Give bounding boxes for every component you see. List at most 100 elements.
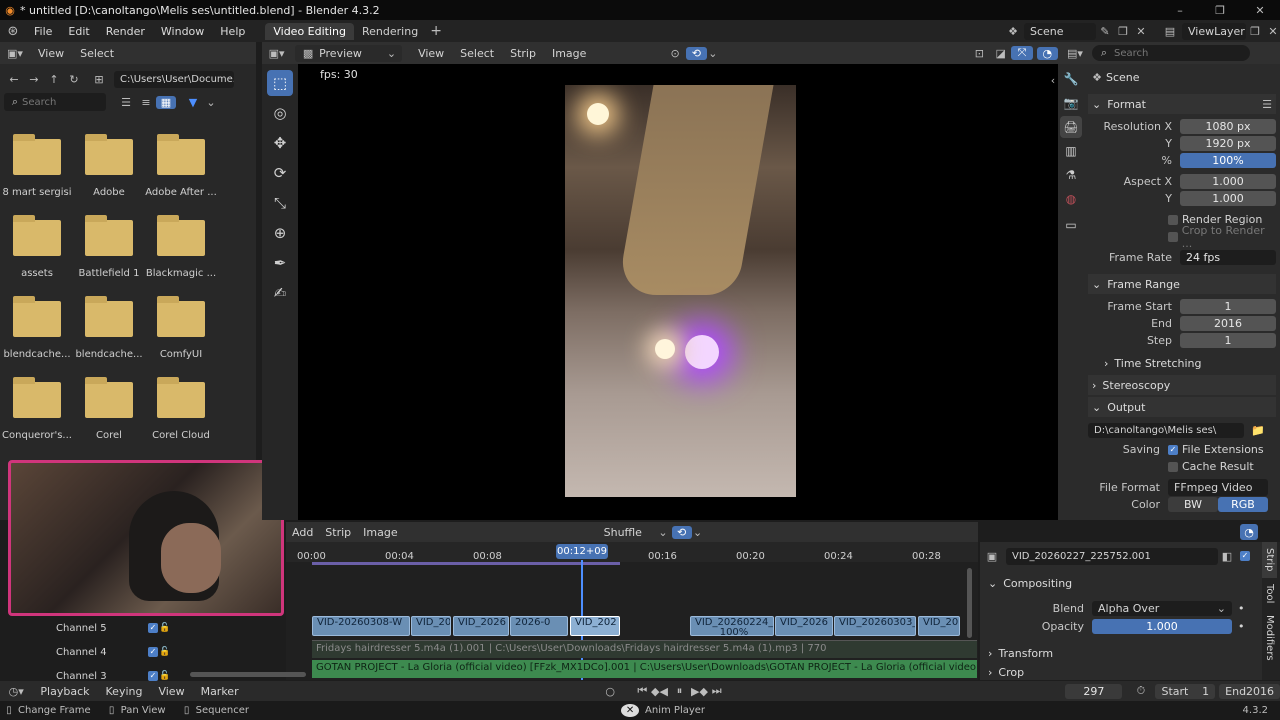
tool-tab-icon[interactable]: 🔧 [1060,68,1082,90]
frame-end-field[interactable]: 2016 [1180,316,1276,331]
folder-browse-icon[interactable]: 📁 [1248,424,1268,437]
preview-menu-image[interactable]: Image [544,47,594,60]
folder-label[interactable]: 8 mart sergisi [0,187,76,198]
new-folder-icon[interactable]: ⊞ [88,73,110,86]
video-strip[interactable]: VID_202 [570,616,620,636]
folder-icon[interactable] [157,215,205,256]
keyframe-prev-icon[interactable]: ◆◀ [651,685,668,698]
current-time-badge[interactable]: 00:12+09 [556,544,608,559]
seq-snap-icon[interactable]: ⟲ [671,525,692,539]
annotate-tool-icon[interactable]: ✍ [267,280,293,306]
file-search-input[interactable]: ⌕ Search [4,93,106,111]
transform-section-header[interactable]: › Transform [988,643,1248,663]
maximize-button[interactable]: ❐ [1200,4,1240,17]
menu-help[interactable]: Help [212,25,253,38]
display-channels-icon[interactable]: ◪ [990,47,1011,60]
back-arrow-icon[interactable]: ← [4,73,24,86]
video-strip[interactable]: VID_20260303_ [834,616,916,636]
editor-type-icon[interactable]: ▣▾ [0,47,30,60]
move-tool-icon[interactable]: ✥ [267,130,293,156]
folder-label[interactable]: Blackmagic ... [142,268,220,279]
video-strip[interactable]: VID_20 [918,616,960,636]
seq-menu-add[interactable]: Add [286,526,319,539]
pivot-icon[interactable]: ⊙ [664,47,685,60]
overlay-icon[interactable]: ◔ [1036,46,1059,60]
folder-icon[interactable] [13,134,61,175]
rotate-tool-icon[interactable]: ⟳ [267,160,293,186]
cache-result-checkbox[interactable] [1168,461,1178,472]
compositing-section-header[interactable]: ⌄ Compositing [988,573,1248,593]
aspect-x-field[interactable]: 1.000 [1180,174,1276,189]
pin-icon[interactable]: ✎ [1096,25,1114,38]
side-tab-strip[interactable]: Strip [1262,542,1277,578]
timeline-menu-playback[interactable]: Playback [32,685,97,698]
timeline-menu-marker[interactable]: Marker [193,685,247,698]
folder-icon[interactable] [85,296,133,337]
aspect-y-field[interactable]: 1.000 [1180,191,1276,206]
file-extensions-checkbox[interactable]: ✓ [1168,444,1178,455]
delete-scene-icon[interactable]: ✕ [1132,25,1150,38]
frame-overlay-icon[interactable]: ⊡ [969,47,990,60]
record-icon[interactable]: ○ [601,685,620,698]
menu-file[interactable]: File [26,25,60,38]
close-button[interactable]: ✕ [1240,4,1280,17]
lock-icon[interactable]: 🔓 [158,647,172,657]
scene-icon[interactable]: ❖ [1002,25,1024,38]
folder-label[interactable]: Battlefield 1 [70,268,148,279]
sample-tool-icon[interactable]: ✒ [267,250,293,276]
frame-rate-field[interactable]: 24 fps [1180,250,1276,265]
folder-icon[interactable] [85,215,133,256]
folder-label[interactable]: Corel [70,430,148,441]
frame-start-field[interactable]: 1 [1180,299,1276,314]
output-tab-icon[interactable]: 🖨 [1060,116,1082,138]
audio-strip-2[interactable]: GOTAN PROJECT - La Gloria (official vide… [312,660,977,678]
minimize-button[interactable]: – [1160,4,1200,17]
fb-menu-view[interactable]: View [30,47,72,60]
end-frame-field[interactable]: End 2016 [1219,683,1280,699]
folder-label[interactable]: Adobe After ... [142,187,220,198]
audio-strip-1[interactable]: Fridays hairdresser 5.m4a (1).001 | C:\U… [312,640,977,658]
copy-scene-icon[interactable]: ❐ [1114,25,1132,38]
scene-tab-icon[interactable]: ⚗ [1060,164,1082,186]
folder-label[interactable]: Corel Cloud [142,430,220,441]
preview-editor-icon[interactable]: ▣▾ [262,47,291,60]
copy-viewlayer-icon[interactable]: ❐ [1246,25,1264,38]
strip-name-field[interactable]: VID_20260227_225752.001 [1006,547,1218,565]
select-tool-icon[interactable]: ⬚ [267,70,293,96]
seq-menu-strip[interactable]: Strip [319,526,357,539]
gizmo-icon[interactable]: ⤧ [1011,46,1033,60]
resolution-y-field[interactable]: 1920 px [1180,136,1276,151]
strip-enabled-checkbox[interactable]: ✓ [1240,551,1250,561]
seq-vertical-scrollbar[interactable] [967,568,972,638]
channel-mute-checkbox[interactable]: ✓ [148,647,158,657]
menu-render[interactable]: Render [98,25,153,38]
preview-menu-strip[interactable]: Strip [502,47,544,60]
preview-menu-select[interactable]: Select [452,47,502,60]
tab-video-editing[interactable]: Video Editing [265,22,354,40]
format-section-header[interactable]: ⌄ Format ☰ [1088,94,1276,114]
fb-menu-select[interactable]: Select [72,47,122,60]
folder-icon[interactable] [157,377,205,418]
file-format-select[interactable]: FFmpeg Video [1168,479,1268,496]
stopwatch-icon[interactable]: ⏱ [1130,684,1151,698]
snap-icon[interactable]: ⟲ [685,46,708,60]
video-strip[interactable]: 2026-0 [510,616,568,636]
menu-edit[interactable]: Edit [60,25,97,38]
crop-section-header[interactable]: › Crop [988,665,1248,679]
directory-path-field[interactable]: C:\Users\User\Docume... [114,70,234,88]
chevron-down-icon[interactable]: ⌄ [692,526,704,539]
refresh-icon[interactable]: ↻ [64,73,84,86]
output-path-field[interactable]: D:\canoltango\Melis ses\ [1088,422,1244,438]
channel-name[interactable]: Channel 3 [56,671,148,682]
timeline-editor-icon[interactable]: ◷▾ [0,685,32,698]
time-stretching-header[interactable]: › Time Stretching [1088,353,1276,373]
keyframe-next-icon[interactable]: ▶◆ [691,685,708,698]
stereoscopy-section-header[interactable]: › Stereoscopy [1088,375,1276,395]
chevron-down-icon[interactable]: ⌄ [707,47,719,60]
list-horizontal-icon[interactable]: ≡ [136,96,156,109]
thumbnails-icon[interactable]: ▦ [156,95,176,109]
preview-menu-view[interactable]: View [410,47,452,60]
video-strip[interactable]: VID-20260308-W [312,616,410,636]
jump-start-icon[interactable]: ⏮ [634,684,651,698]
seq-horizontal-scrollbar[interactable] [190,672,306,677]
